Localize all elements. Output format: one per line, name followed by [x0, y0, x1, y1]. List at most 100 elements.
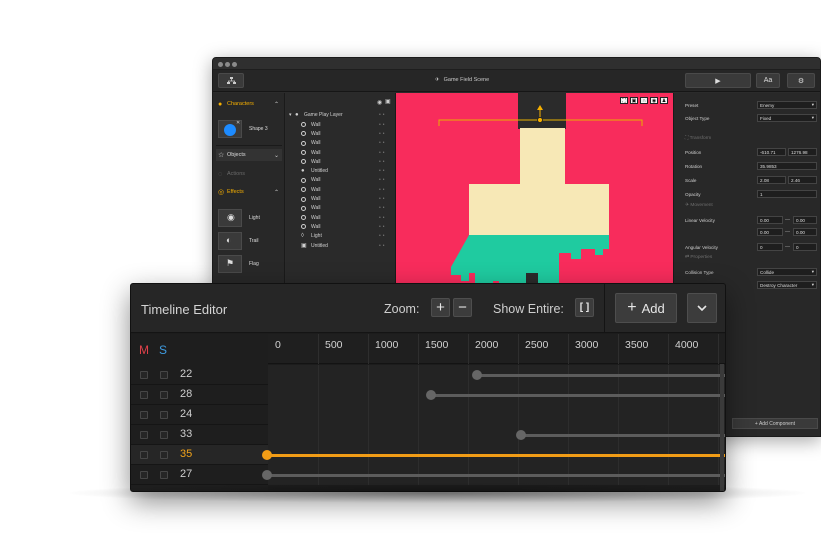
hierarchy-toggle-button[interactable] — [218, 73, 244, 88]
visibility-icon[interactable]: ◉ — [650, 97, 658, 104]
anchor-handle[interactable] — [537, 117, 543, 123]
keyframe-handle[interactable] — [472, 370, 482, 380]
mute-all-toggle[interactable]: M — [139, 343, 149, 357]
lock-view-icon[interactable]: ▣ — [630, 97, 638, 104]
remove-icon[interactable]: ✕ — [236, 120, 240, 126]
lv-x2-field[interactable]: 0.00 — [793, 216, 817, 224]
object-type-select[interactable]: Fixed ▾ — [757, 114, 817, 122]
track-lane[interactable] — [268, 365, 725, 385]
keyframe-handle[interactable] — [516, 430, 526, 440]
track-bar[interactable] — [477, 374, 725, 377]
timeline-row[interactable]: 22 — [131, 365, 725, 385]
visibility-dots[interactable]: •• — [379, 187, 387, 193]
mute-checkbox[interactable] — [140, 371, 148, 379]
visibility-dots[interactable]: •• — [379, 205, 387, 211]
objects-header[interactable]: ☆ Objects ⌄ — [216, 149, 282, 161]
track-bar[interactable] — [267, 474, 725, 477]
actions-header[interactable]: ◌ Actions — [216, 168, 282, 180]
visibility-dots[interactable]: •• — [379, 112, 387, 118]
zoom-in-button[interactable]: + — [431, 298, 450, 317]
mute-checkbox[interactable] — [140, 391, 148, 399]
effects-header[interactable]: ◎ Effects ⌃ — [216, 186, 282, 198]
scale-y-field[interactable]: 2.46 — [788, 176, 817, 184]
visibility-dots[interactable]: •• — [379, 122, 387, 128]
mute-checkbox[interactable] — [140, 471, 148, 479]
hierarchy-item[interactable]: Wall •• — [286, 139, 396, 148]
mute-checkbox[interactable] — [140, 431, 148, 439]
zoom-out-button[interactable]: − — [453, 298, 472, 317]
lv-x1-field[interactable]: 0.00 — [757, 216, 783, 224]
more-options-button[interactable] — [687, 293, 717, 323]
visibility-dots[interactable]: •• — [379, 224, 387, 230]
add-button[interactable]: + Add — [615, 293, 677, 323]
visibility-dots[interactable]: •• — [379, 196, 387, 202]
rotation-field[interactable]: 35.9853 — [757, 162, 817, 170]
add-component-button[interactable]: + Add Component — [732, 418, 818, 429]
timeline-row[interactable]: 24 — [131, 405, 725, 425]
position-x-field[interactable]: -610.71 — [757, 148, 786, 156]
track-lane[interactable] — [262, 445, 725, 465]
timeline-row[interactable]: 27 — [131, 465, 725, 485]
solo-checkbox[interactable] — [160, 431, 168, 439]
track-lane[interactable] — [268, 425, 725, 445]
show-entire-button[interactable]: [ ] — [575, 298, 594, 317]
mute-checkbox[interactable] — [140, 451, 148, 459]
collision-select[interactable]: Collide ▾ — [757, 268, 817, 276]
close-window-dot[interactable] — [218, 62, 223, 67]
track-bar[interactable] — [431, 394, 725, 397]
hierarchy-item[interactable]: Wall •• — [286, 222, 396, 231]
time-ruler[interactable]: 0 500 1000 1500 2000 2500 3000 3500 4000 — [268, 334, 725, 364]
visibility-dots[interactable]: •• — [379, 233, 387, 239]
lv-y2-field[interactable]: 0.00 — [793, 228, 817, 236]
hierarchy-root[interactable]: ▾ ● Game Play Layer •• — [286, 110, 396, 119]
hierarchy-item[interactable]: ◊ Light •• — [286, 232, 396, 241]
hierarchy-item[interactable]: ▣ Untitled •• — [286, 241, 396, 250]
keyframe-handle[interactable] — [262, 470, 272, 480]
destroy-select[interactable]: Destroy Character ▾ — [757, 281, 817, 289]
solo-checkbox[interactable] — [160, 411, 168, 419]
solo-checkbox[interactable] — [160, 391, 168, 399]
hierarchy-item[interactable]: Wall •• — [286, 204, 396, 213]
keyframe-handle[interactable] — [262, 450, 272, 460]
visibility-dots[interactable]: •• — [379, 243, 387, 249]
timeline-row[interactable]: 33 — [131, 425, 725, 445]
opacity-field[interactable]: 1 — [757, 190, 817, 198]
keyframe-handle[interactable] — [426, 390, 436, 400]
visibility-dots[interactable]: •• — [379, 131, 387, 137]
timeline-row[interactable]: 28 — [131, 385, 725, 405]
zoom-window-dot[interactable] — [232, 62, 237, 67]
hierarchy-item[interactable]: Wall •• — [286, 213, 396, 222]
lv-y1-field[interactable]: 0.00 — [757, 228, 783, 236]
hierarchy-item[interactable]: Wall •• — [286, 129, 396, 138]
hierarchy-item[interactable]: Wall •• — [286, 157, 396, 166]
effect-tile-flag[interactable]: ⚑ — [218, 255, 242, 273]
av-1-field[interactable]: 0 — [757, 243, 783, 251]
visibility-dots[interactable]: •• — [379, 140, 387, 146]
fit-view-icon[interactable]: ⛶ — [620, 97, 628, 104]
solo-checkbox[interactable] — [160, 371, 168, 379]
timeline-row[interactable]: 35 — [131, 445, 725, 465]
mute-checkbox[interactable] — [140, 411, 148, 419]
font-button[interactable]: Aa — [756, 73, 780, 88]
hierarchy-item[interactable]: Wall •• — [286, 176, 396, 185]
preset-select[interactable]: Enemy ▾ — [757, 101, 817, 109]
track-lane[interactable] — [268, 385, 725, 405]
character-view-icon[interactable]: ♟ — [660, 97, 668, 104]
solo-checkbox[interactable] — [160, 451, 168, 459]
effect-tile-light[interactable]: ◉ — [218, 209, 242, 227]
minimize-window-dot[interactable] — [225, 62, 230, 67]
track-lane[interactable] — [268, 405, 725, 425]
magnet-icon[interactable]: ∩ — [640, 97, 648, 104]
scale-x-field[interactable]: 2.08 — [757, 176, 786, 184]
solo-checkbox[interactable] — [160, 471, 168, 479]
visibility-dots[interactable]: •• — [379, 177, 387, 183]
settings-button[interactable]: ⚙ — [787, 73, 815, 88]
lock-icon[interactable]: ▣ — [385, 98, 391, 105]
track-bar[interactable] — [521, 434, 725, 437]
visibility-dots[interactable]: •• — [379, 159, 387, 165]
characters-header[interactable]: ● Characters ⌃ — [216, 98, 282, 110]
vertical-scrollbar[interactable] — [720, 364, 724, 491]
hierarchy-item[interactable]: Wall •• — [286, 185, 396, 194]
visibility-dots[interactable]: •• — [379, 168, 387, 174]
hierarchy-item[interactable]: ● Untitled •• — [286, 167, 396, 176]
